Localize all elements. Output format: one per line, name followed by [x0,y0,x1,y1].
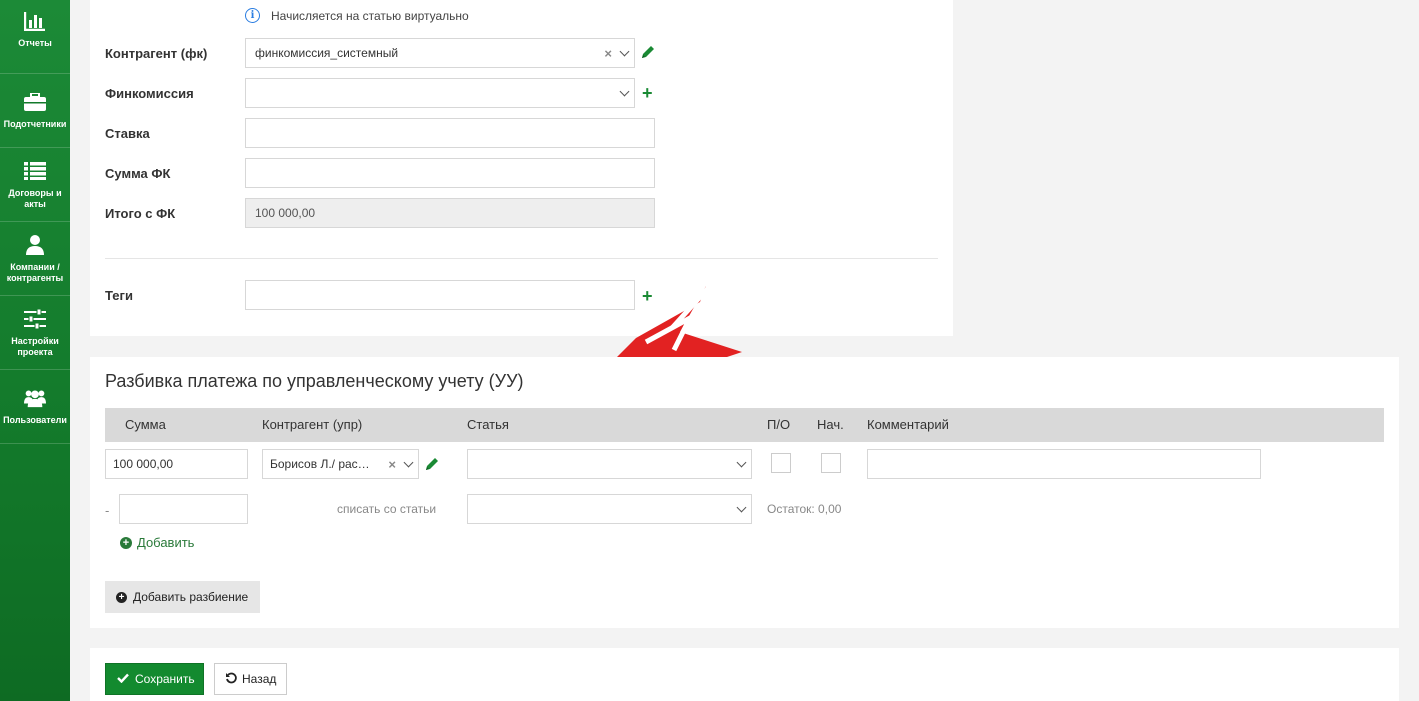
chevron-down-icon [736,502,747,512]
info-text: Начисляется на статью виртуально [271,8,469,23]
total-fk-field: 100 000,00 [245,198,655,228]
breakdown-card: Разбивка платежа по управленческому учет… [90,357,1399,628]
amount-input[interactable]: 100 000,00 [105,449,248,479]
writeoff-amount-input[interactable] [119,494,248,524]
add-row-label: Добавить [137,535,195,550]
sum-fk-input[interactable] [245,158,655,188]
minus-sign: - [105,503,110,518]
counterparty-upr-value: Борисов Л./ рас… [270,457,370,471]
po-checkbox[interactable] [771,453,791,473]
column-header: Комментарий [867,417,949,432]
clear-icon[interactable]: × [388,457,396,472]
chevron-down-icon [403,457,414,467]
total-fk-label: Итого с ФК [105,206,176,221]
info-note: i Начисляется на статью виртуально [245,8,469,23]
column-header: Сумма [125,417,166,432]
writeoff-article-select[interactable] [467,494,752,524]
sidebar: Отчеты Подотчетники Договоры и акты Комп… [0,0,70,701]
sidebar-item-label: Настройки проекта [11,335,59,357]
back-button[interactable]: Назад [214,663,287,695]
sidebar-item-reports[interactable]: Отчеты [0,0,70,74]
tags-label: Теги [105,288,133,303]
list-icon [24,160,46,182]
actions-card: Сохранить Назад [90,648,1399,701]
chevron-down-icon [619,46,630,56]
column-header: Контрагент (упр) [262,417,363,432]
remainder-text: Остаток: 0,00 [767,502,842,516]
users-icon [24,387,46,409]
sidebar-item-label: Пользователи [3,415,67,425]
sidebar-item-label: Договоры и акты [8,187,62,209]
accrual-checkbox[interactable] [821,453,841,473]
edit-counterparty-upr-icon[interactable] [425,457,439,474]
column-header: Статья [467,417,509,432]
sidebar-item-contracts[interactable]: Договоры и акты [0,148,70,222]
sum-fk-label: Сумма ФК [105,166,171,181]
table-header: Сумма Контрагент (упр) Статья П/О Нач. К… [105,408,1384,442]
article-select[interactable] [467,449,752,479]
bar-chart-icon [24,10,46,32]
plus-circle-icon: + [120,536,132,549]
add-fincommission-icon[interactable]: + [642,84,653,102]
plus-circle-icon: + [116,591,127,603]
info-icon: i [245,8,260,23]
column-header: П/О [767,417,791,432]
counterparty-upr-select[interactable]: Борисов Л./ рас… × [262,449,419,479]
counterparty-fk-label: Контрагент (фк) [105,46,208,61]
sidebar-item-accountables[interactable]: Подотчетники [0,74,70,148]
back-label: Назад [242,672,277,686]
save-label: Сохранить [135,672,195,686]
payment-form-card: i Начисляется на статью виртуально Контр… [90,0,953,336]
sidebar-item-users[interactable]: Пользователи [0,370,70,444]
column-header: Нач. [817,417,844,432]
undo-icon [225,672,237,687]
counterparty-fk-select[interactable]: финкомиссия_системный × [245,38,635,68]
chevron-down-icon [736,457,747,467]
sidebar-item-project-settings[interactable]: Настройки проекта [0,296,70,370]
section-title: Разбивка платежа по управленческому учет… [105,371,524,391]
add-row-link[interactable]: + Добавить [120,535,194,550]
divider [105,258,938,259]
clear-icon[interactable]: × [604,46,612,61]
rate-input[interactable] [245,118,655,148]
fincommission-select[interactable] [245,78,635,108]
sliders-icon [24,308,46,330]
amount-value: 100 000,00 [113,457,174,471]
tags-input[interactable] [245,280,635,310]
save-button[interactable]: Сохранить [105,663,204,695]
writeoff-label: списать со статьи [337,502,437,516]
comment-input[interactable] [867,449,1261,479]
chevron-down-icon [619,86,630,96]
sidebar-item-label: Отчеты [18,38,52,48]
edit-counterparty-icon[interactable] [641,45,655,62]
add-split-button[interactable]: + Добавить разбиение [105,581,260,613]
sidebar-item-companies[interactable]: Компании / контрагенты [0,222,70,296]
sidebar-item-label: Компании / контрагенты [6,261,64,283]
sidebar-item-label: Подотчетники [3,119,67,129]
rate-label: Ставка [105,126,150,141]
briefcase-icon [24,91,46,113]
total-fk-value: 100 000,00 [255,206,316,220]
user-icon [24,234,46,256]
fincommission-label: Финкомиссия [105,86,194,101]
add-split-label: Добавить разбиение [133,590,249,604]
check-icon [117,672,129,686]
counterparty-fk-value: финкомиссия_системный [255,46,399,60]
